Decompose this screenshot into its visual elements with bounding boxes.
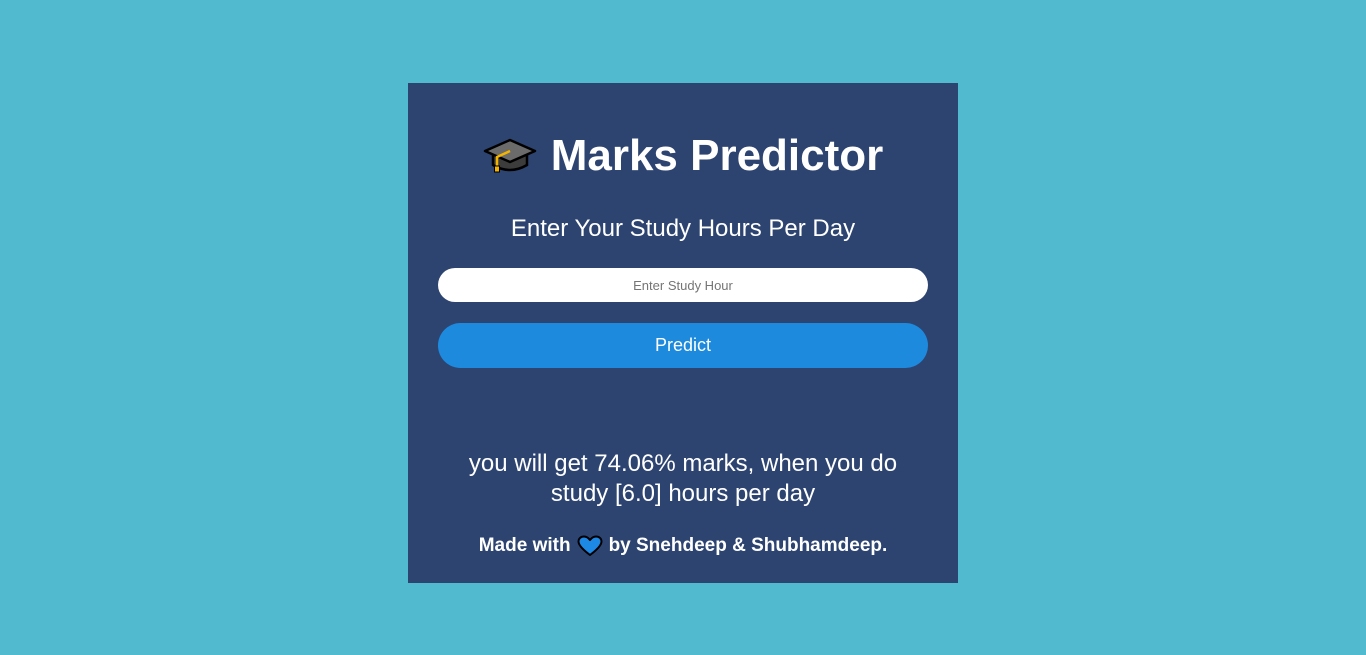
blue-heart-icon	[577, 535, 603, 557]
footer-suffix: by Snehdeep & Shubhamdeep.	[608, 535, 888, 556]
prediction-result: you will get 74.06% marks, when you do s…	[468, 450, 898, 507]
footer-prefix: Made with	[478, 535, 571, 556]
graduation-cap-icon	[483, 135, 537, 177]
predict-button[interactable]: Predict	[438, 323, 928, 368]
footer-credit: Made with by Snehdeep & Shubhamdeep.	[408, 535, 958, 557]
study-hours-prompt: Enter Your Study Hours Per Day	[510, 215, 856, 242]
page-title: Marks Predictor	[550, 131, 884, 180]
title-row: Marks Predictor	[408, 128, 958, 184]
predictor-card: Marks Predictor Enter Your Study Hours P…	[408, 83, 958, 583]
study-hour-input[interactable]	[438, 268, 928, 302]
